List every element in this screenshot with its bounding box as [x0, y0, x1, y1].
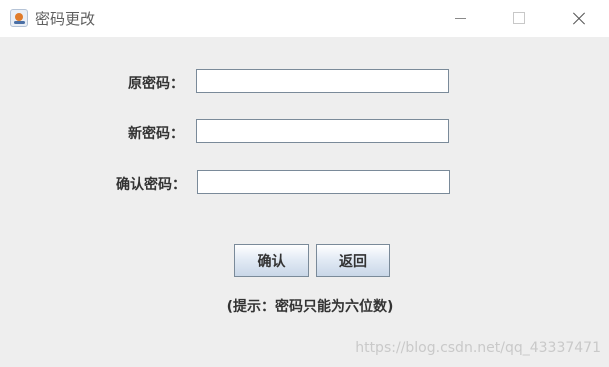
close-icon[interactable]: [556, 0, 602, 37]
confirm-password-label: 确认密码：: [116, 177, 186, 193]
watermark-url: https://blog.csdn.net/qq_43337471: [355, 340, 601, 356]
back-button[interactable]: 返回: [316, 244, 390, 277]
java-cup-icon: [10, 9, 28, 27]
new-password-field[interactable]: [196, 119, 449, 143]
old-password-field[interactable]: [196, 69, 449, 93]
password-change-window: 密码更改 原密码： 新密码： 确认密码： 确认 返回 (提示：密码只能为六位数)…: [0, 0, 609, 367]
maximize-icon[interactable]: [496, 0, 542, 37]
minimize-icon[interactable]: [437, 0, 483, 37]
window-title: 密码更改: [35, 10, 96, 28]
confirm-password-field[interactable]: [197, 170, 450, 194]
new-password-label: 新密码：: [128, 126, 184, 142]
title-bar[interactable]: 密码更改: [0, 0, 609, 37]
old-password-label: 原密码：: [128, 76, 184, 92]
password-hint: (提示：密码只能为六位数): [226, 299, 394, 315]
confirm-button[interactable]: 确认: [234, 244, 309, 277]
